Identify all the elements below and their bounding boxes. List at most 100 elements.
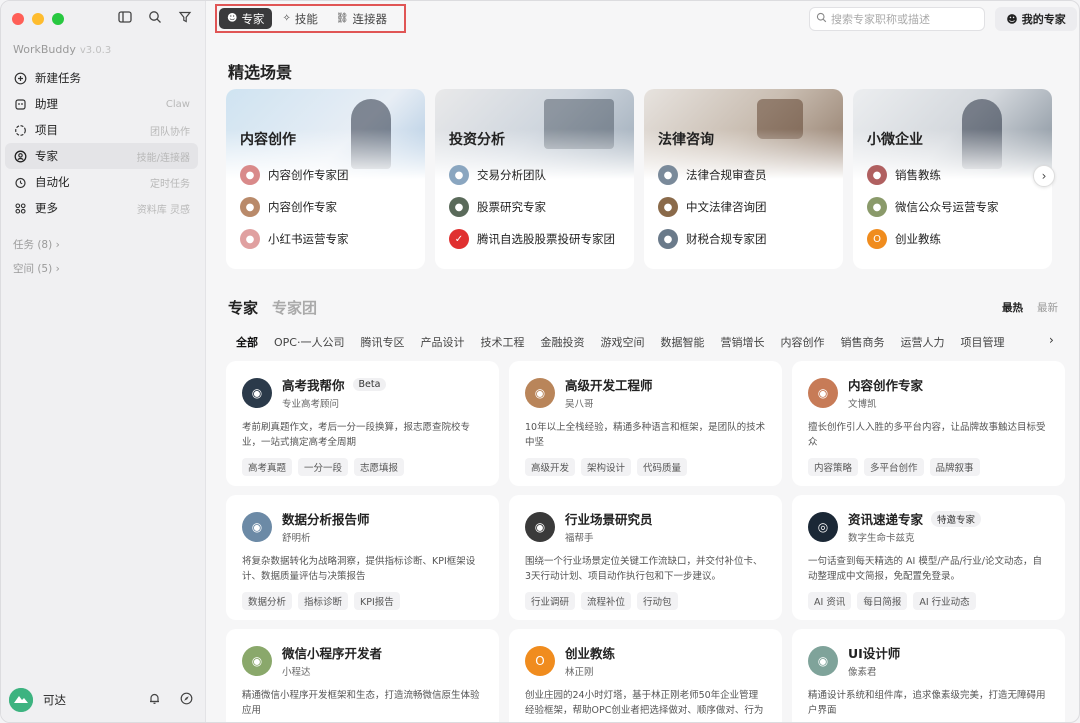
expert-name: 行业场景研究员 <box>565 512 653 527</box>
sidebar-item-new-task[interactable]: 新建任务 <box>5 65 198 91</box>
sidebar-item-sub: Claw <box>165 98 190 110</box>
category-chip[interactable]: 数据智能 <box>652 333 712 353</box>
sidebar-toggle-icon[interactable] <box>117 10 133 26</box>
sidebar-item-assistant[interactable]: 助理 Claw <box>5 91 198 117</box>
compass-icon[interactable] <box>178 692 194 708</box>
bell-icon[interactable] <box>146 692 162 708</box>
expert-card[interactable]: O 创业教练 林正刚 创业庄园的24小时灯塔，基于林正刚老师50年企业管理经验框… <box>509 629 782 722</box>
skills-icon: ✧ <box>282 13 291 24</box>
expert-subtitle: 福帮手 <box>565 533 594 544</box>
scene-card[interactable]: 投资分析 ● 交易分析团队 ● 股票研究专家 ✓ 腾讯自选股股票投研专家团 <box>435 89 634 269</box>
sort-latest[interactable]: 最新 <box>1037 300 1058 315</box>
scene-item[interactable]: ● 微信公众号运营专家 <box>867 197 999 217</box>
expert-tag: 志愿填报 <box>354 458 405 476</box>
scene-item[interactable]: ● 销售教练 <box>867 165 941 185</box>
main-content: 精选场景 内容创作 ● 内容创作专家团 ● 内容创作专家 ● 小红书运营专家 投资分析… <box>206 37 1079 722</box>
expert-card[interactable]: ◉ 微信小程序开发者 小程达 精通微信小程序开发框架和生态，打造流畅微信原生体验… <box>226 629 499 722</box>
sidebar-item-automation[interactable]: 自动化 定时任务 <box>5 169 198 195</box>
avatar[interactable] <box>9 688 33 712</box>
expert-card[interactable]: ◉ 数据分析报告师 舒明析 将复杂数据转化为战略洞察，提供指标诊断、KPI框架设… <box>226 495 499 620</box>
my-expert-label: 我的专家 <box>1021 13 1066 26</box>
more-icon <box>13 201 27 215</box>
sidebar-item-expert[interactable]: 专家 技能/连接器 <box>5 143 198 169</box>
category-chip[interactable]: OPC·一人公司 <box>266 333 352 353</box>
category-scroll-right-icon[interactable]: › <box>1049 333 1054 347</box>
scene-item[interactable]: ● 财税合规专家团 <box>658 229 767 249</box>
sidebar-group-spaces[interactable]: 空间 (5) › <box>13 261 60 276</box>
category-chip[interactable]: 金融投资 <box>532 333 592 353</box>
search-input[interactable]: 搜索专家职称或描述 <box>809 7 985 31</box>
scene-item[interactable]: O 创业教练 <box>867 229 941 249</box>
maximize-window-button[interactable] <box>52 13 64 25</box>
expert-description: 一句话查到每天精选的 AI 模型/产品/行业/论文动态，自动整理成中文简报，免配… <box>808 556 1042 582</box>
tab-connectors[interactable]: ⛓ 连接器 <box>328 8 395 29</box>
sidebar: WorkBuddyv3.0.3 新建任务 助理 Claw 项目 团队协作 专家 <box>1 1 206 722</box>
sidebar-item-project[interactable]: 项目 团队协作 <box>5 117 198 143</box>
sidebar-item-label: 更多 <box>35 201 58 215</box>
expert-tag: 每日简报 <box>857 592 908 610</box>
category-chip[interactable]: 运营人力 <box>892 333 952 353</box>
expert-tabs: 专家 专家团 <box>228 297 317 318</box>
expert-tag: 一分一段 <box>298 458 349 476</box>
expert-subtitle: 专业高考顾问 <box>282 399 340 410</box>
scene-item[interactable]: ● 交易分析团队 <box>449 165 546 185</box>
scene-item[interactable]: ● 内容创作专家 <box>240 197 337 217</box>
expert-icon: ☻ <box>1006 12 1018 26</box>
tab-label: 专家 <box>241 11 265 26</box>
expert-card[interactable]: ◉ 行业场景研究员 福帮手 围绕一个行业场景定位关键工作流缺口，并交付补位卡、3… <box>509 495 782 620</box>
expert-card[interactable]: ◉ 高考我帮你 Beta 专业高考顾问 考前刷真题作文，考后一分一段换算，报志愿查… <box>226 361 499 486</box>
expert-card[interactable]: ◉ 内容创作专家 文博凯 擅长创作引人入胜的多平台内容，让品牌故事触达目标受众 … <box>792 361 1065 486</box>
category-chip[interactable]: 营销增长 <box>712 333 772 353</box>
scene-card[interactable]: 法律咨询 ● 法律合规审查员 ● 中文法律咨询团 ● 财税合规专家团 <box>644 89 843 269</box>
avatar: ● <box>658 229 678 249</box>
scene-item-label: 交易分析团队 <box>477 168 546 182</box>
category-chip[interactable]: 全部 <box>228 333 266 353</box>
category-chip[interactable]: 游戏空间 <box>592 333 652 353</box>
search-icon[interactable] <box>147 10 163 26</box>
scene-card[interactable]: 小微企业 ● 销售教练 ● 微信公众号运营专家 O 创业教练 <box>853 89 1052 269</box>
scene-item[interactable]: ● 中文法律咨询团 <box>658 197 767 217</box>
category-chip[interactable]: 技术工程 <box>472 333 532 353</box>
expert-name: 创业教练 <box>565 646 616 661</box>
expert-card[interactable]: ◉ 高级开发工程师 吴八哥 10年以上全栈经验，精通多种语言和框架，是团队的技术… <box>509 361 782 486</box>
sort-hot[interactable]: 最热 <box>1002 300 1023 315</box>
scene-item[interactable]: ✓ 腾讯自选股股票投研专家团 <box>449 229 615 249</box>
app-version: v3.0.3 <box>79 45 112 56</box>
sidebar-item-label: 项目 <box>35 123 58 137</box>
expert-name: 数据分析报告师 <box>282 512 370 527</box>
scene-item[interactable]: ● 股票研究专家 <box>449 197 546 217</box>
category-chip[interactable]: 产品设计 <box>412 333 472 353</box>
expert-card[interactable]: ◎ 资讯速递专家 特邀专家 数字生命卡兹克 一句话查到每天精选的 AI 模型/产品… <box>792 495 1065 620</box>
sidebar-group-tasks[interactable]: 任务 (8) › <box>13 237 60 252</box>
category-chip[interactable]: 腾讯专区 <box>352 333 412 353</box>
tab-expert-teams[interactable]: 专家团 <box>272 297 317 318</box>
avatar: ● <box>240 229 260 249</box>
tab-experts[interactable]: 专家 <box>228 297 258 318</box>
scene-item[interactable]: ● 小红书运营专家 <box>240 229 349 249</box>
expert-card[interactable]: ◉ UI设计师 像素君 精通设计系统和组件库，追求像素级完美，打造无障碍用户界面 <box>792 629 1065 722</box>
expert-subtitle: 小程达 <box>282 667 311 678</box>
my-expert-button[interactable]: ☻ 我的专家 <box>995 7 1077 31</box>
tab-skills[interactable]: ✧ 技能 <box>274 8 325 29</box>
category-chip[interactable]: 销售商务 <box>832 333 892 353</box>
tab-expert[interactable]: ☻ 专家 <box>219 8 273 29</box>
scene-item-label: 微信公众号运营专家 <box>895 200 999 214</box>
minimize-window-button[interactable] <box>32 13 44 25</box>
filter-icon[interactable] <box>177 10 193 26</box>
carousel-next-button[interactable]: › <box>1033 165 1055 187</box>
top-bar: ☻ 专家 ✧ 技能 ⛓ 连接器 搜索专家职称或描述 ☻ 我的专家 <box>206 1 1079 37</box>
sidebar-item-more[interactable]: 更多 资料库 灵感 <box>5 195 198 221</box>
category-chip[interactable]: 项目管理 <box>952 333 1012 353</box>
scene-item[interactable]: ● 内容创作专家团 <box>240 165 349 185</box>
close-window-button[interactable] <box>12 13 24 25</box>
sidebar-item-label: 专家 <box>35 149 58 163</box>
tencent-stock-icon: ✓ <box>449 229 469 249</box>
scene-item-label: 小红书运营专家 <box>268 232 349 246</box>
sidebar-nav: 新建任务 助理 Claw 项目 团队协作 专家 技能/连接器 自动化 定时任务 … <box>5 65 198 221</box>
expert-tag: 指标诊断 <box>298 592 349 610</box>
expert-name: 资讯速递专家 <box>848 512 924 527</box>
category-chip[interactable]: 内容创作 <box>772 333 832 353</box>
expert-description: 考前刷真题作文，考后一分一段换算，报志愿查院校专业，一站式搞定高考全周期 <box>242 422 471 448</box>
scene-card[interactable]: 内容创作 ● 内容创作专家团 ● 内容创作专家 ● 小红书运营专家 <box>226 89 425 269</box>
scene-item[interactable]: ● 法律合规审查员 <box>658 165 767 185</box>
